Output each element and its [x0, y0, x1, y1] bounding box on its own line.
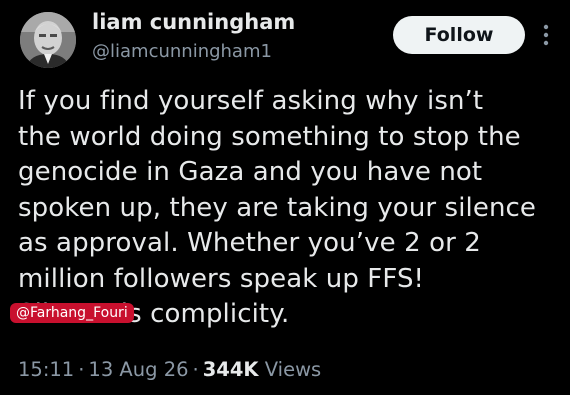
avatar-photo-icon	[20, 12, 76, 68]
author-name[interactable]: liam cunningham	[92, 10, 295, 34]
tweet-meta: 15:11 · 13 Aug 26 · 344K Views	[18, 358, 321, 381]
tweet-time[interactable]: 15:11	[18, 358, 74, 381]
follow-button[interactable]: Follow	[393, 16, 525, 54]
watermark-label: @Farhang_Fouri	[10, 303, 134, 323]
tweet-card: liam cunningham @liamcunningham1 Follow …	[0, 0, 570, 395]
meta-separator: ·	[78, 358, 85, 381]
author-handle[interactable]: @liamcunningham1	[92, 41, 272, 62]
tweet-date[interactable]: 13 Aug 26	[88, 358, 188, 381]
meta-separator: ·	[192, 358, 199, 381]
views-count: 344K	[202, 358, 259, 381]
views-label: Views	[264, 358, 322, 381]
more-options-button[interactable]	[538, 22, 554, 48]
more-vertical-icon	[543, 24, 549, 46]
author-avatar[interactable]	[20, 12, 76, 68]
tweet-text: If you find yourself asking why isn’t th…	[18, 86, 537, 329]
